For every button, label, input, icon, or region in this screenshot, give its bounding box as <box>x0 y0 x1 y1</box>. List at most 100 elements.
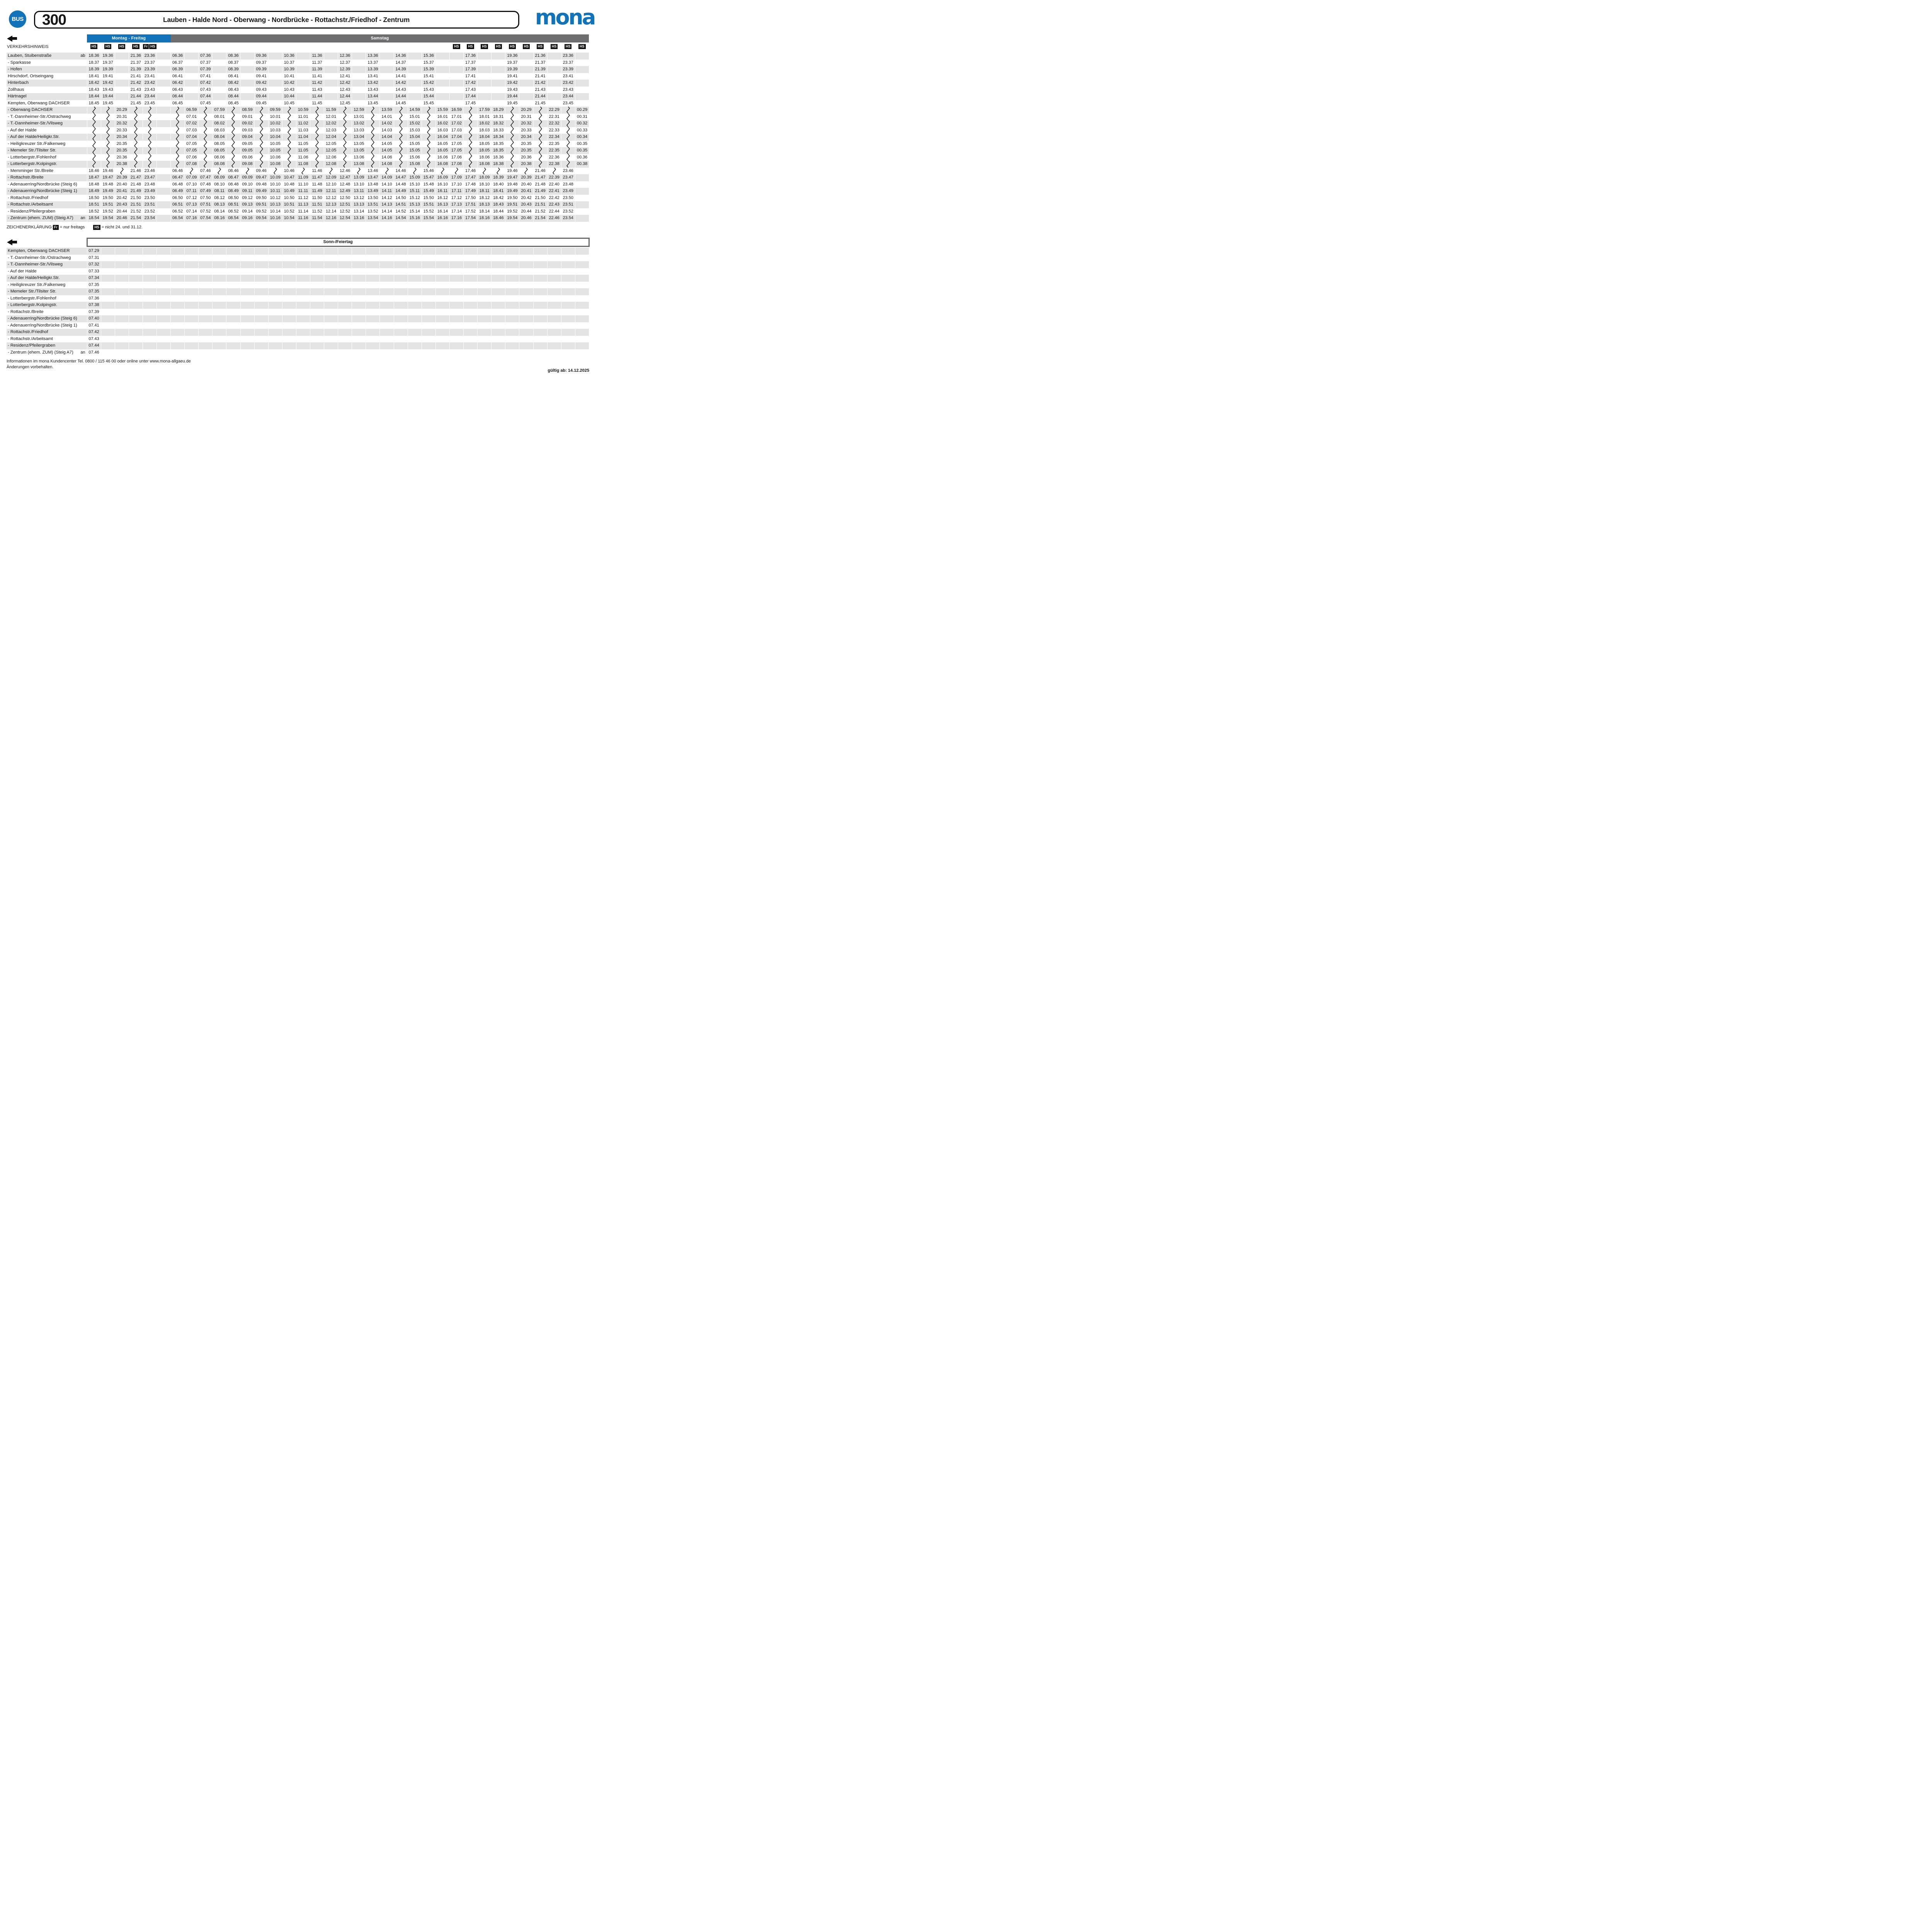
stop-mark: ab <box>77 53 87 60</box>
time-cell: 23.46 <box>561 168 575 175</box>
empty-cell <box>296 248 310 255</box>
skipped-section-cell <box>87 147 101 154</box>
empty-cell <box>115 349 129 356</box>
empty-cell <box>380 282 394 289</box>
empty-cell <box>185 60 199 66</box>
empty-cell <box>226 268 240 275</box>
skipped-section-cell <box>394 127 408 134</box>
stop-mark <box>77 342 87 349</box>
time-cell: 21.36 <box>533 53 547 60</box>
skipped-section-cell <box>435 168 449 175</box>
stop-mark <box>77 302 87 309</box>
empty-cell <box>129 342 143 349</box>
skipped-section-cell <box>226 107 240 114</box>
time-cell: 18.32 <box>492 120 505 127</box>
skipped-section-cell <box>338 134 352 141</box>
empty-cell <box>115 255 129 262</box>
time-cell: 23.50 <box>143 195 156 202</box>
time-cell: 18.41 <box>492 188 505 195</box>
time-cell: 13.41 <box>366 73 380 80</box>
empty-cell <box>199 336 213 343</box>
no-stop-zigzag-icon <box>287 107 291 114</box>
empty-badge-cell <box>352 43 366 53</box>
no-stop-zigzag-icon <box>469 127 472 134</box>
skipped-section-cell <box>254 127 268 134</box>
stop-row: - Adenauerring/Nordbrücke (Steig 6)18.48… <box>7 181 589 188</box>
empty-cell <box>394 282 408 289</box>
time-cell: 13.51 <box>366 201 380 208</box>
time-cell: 23.44 <box>561 93 575 100</box>
empty-cell <box>240 349 254 356</box>
time-cell: 11.36 <box>310 53 324 60</box>
empty-cell <box>575 87 589 94</box>
time-cell: 20.31 <box>115 114 129 121</box>
time-cell: 14.36 <box>394 53 408 60</box>
empty-cell <box>575 188 589 195</box>
stop-name: - Rottachstr./Friedhof <box>7 329 77 336</box>
empty-cell <box>156 114 170 121</box>
skipped-section-cell <box>408 168 422 175</box>
skipped-section-cell <box>338 161 352 168</box>
time-cell: 15.14 <box>408 208 422 215</box>
time-cell: 12.51 <box>338 201 352 208</box>
empty-cell <box>547 342 561 349</box>
empty-cell <box>408 60 422 66</box>
empty-cell <box>296 80 310 87</box>
empty-cell <box>519 93 533 100</box>
empty-cell <box>519 309 533 316</box>
stop-row: - Auf der Halde20.3307.0308.0309.0310.03… <box>7 127 589 134</box>
time-cell: 07.08 <box>185 161 199 168</box>
timetable-page: BUS 300 Lauben - Halde Nord - Oberwang -… <box>0 0 598 423</box>
time-cell: 10.45 <box>282 100 296 107</box>
stop-name: - Lotterbergstr./Kolpingstr. <box>7 302 77 309</box>
time-cell: 07.34 <box>87 275 101 282</box>
skipped-section-cell <box>366 147 380 154</box>
skipped-section-cell <box>87 141 101 148</box>
time-cell: 15.08 <box>408 161 422 168</box>
empty-cell <box>240 53 254 60</box>
time-cell: 20.41 <box>519 188 533 195</box>
stop-row: - Zentrum (ehem. ZUM) (Steig A7)an18.541… <box>7 215 589 222</box>
time-cell: 07.50 <box>199 195 213 202</box>
empty-cell <box>226 255 240 262</box>
time-cell: 07.40 <box>87 315 101 322</box>
time-cell: 23.47 <box>143 174 156 181</box>
time-cell: 19.41 <box>101 73 115 80</box>
empty-cell <box>240 100 254 107</box>
time-cell: 19.36 <box>505 53 519 60</box>
no-stop-zigzag-icon <box>92 141 96 148</box>
empty-cell <box>101 275 115 282</box>
time-cell: 16.06 <box>435 154 449 161</box>
skipped-section-cell <box>199 127 213 134</box>
time-cell: 13.13 <box>352 201 366 208</box>
empty-cell <box>213 295 226 302</box>
empty-cell <box>254 295 268 302</box>
stop-mark <box>77 188 87 195</box>
empty-cell <box>366 268 380 275</box>
time-cell: 08.37 <box>226 60 240 66</box>
stop-name: - Rottachstr./Arbeitsamt <box>7 336 77 343</box>
time-cell: 06.54 <box>171 215 185 222</box>
time-cell: 07.54 <box>199 215 213 222</box>
empty-cell <box>185 329 199 336</box>
empty-cell <box>352 60 366 66</box>
empty-cell <box>129 349 143 356</box>
stop-row: - Adenauerring/Nordbrücke (Steig 1)18.49… <box>7 188 589 195</box>
empty-cell <box>380 53 394 60</box>
time-cell: 08.41 <box>226 73 240 80</box>
skipped-section-cell <box>254 141 268 148</box>
time-cell: 20.42 <box>115 195 129 202</box>
skipped-section-cell <box>254 134 268 141</box>
empty-cell <box>254 275 268 282</box>
empty-cell <box>366 282 380 289</box>
skipped-section-cell <box>533 107 547 114</box>
time-cell: 14.37 <box>394 60 408 66</box>
empty-cell <box>226 342 240 349</box>
skipped-section-cell <box>366 161 380 168</box>
empty-cell <box>352 295 366 302</box>
empty-cell <box>226 315 240 322</box>
time-cell: 15.46 <box>422 168 435 175</box>
time-cell: 15.10 <box>408 181 422 188</box>
empty-cell <box>422 275 435 282</box>
empty-cell <box>143 329 156 336</box>
